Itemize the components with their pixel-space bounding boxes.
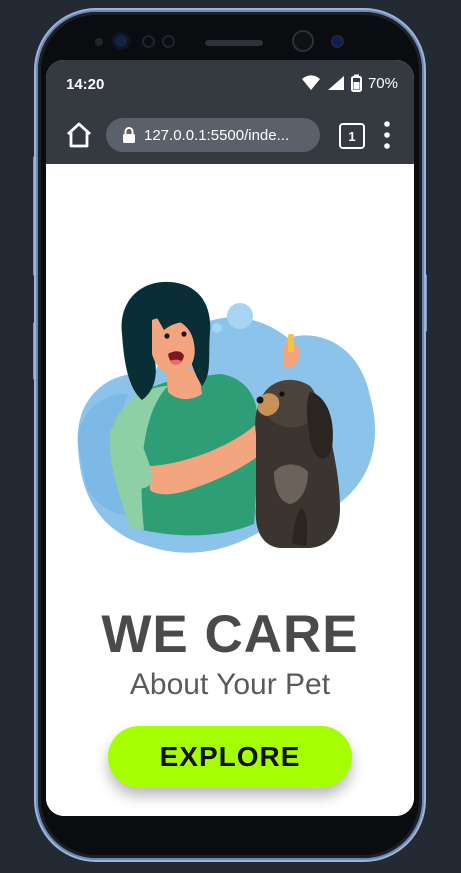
hero-subtitle: About Your Pet [129,668,331,701]
status-bar: 14:20 70% [46,60,414,106]
tabs-icon[interactable]: 1 [339,123,365,149]
signal-icon [327,76,344,90]
power-button[interactable] [422,274,427,332]
woman-eye [181,331,187,337]
proximity-sensor [333,37,342,46]
iris-sensor [294,32,312,50]
status-time: 14:20 [66,76,105,93]
wifi-icon [301,75,320,90]
bubble [227,303,253,329]
lock-icon [123,127,135,143]
phone-frame: 14:20 70% 127.0.0.1:5500/inde... 1 WE CA… [38,12,422,858]
phone-screen: 14:20 70% 127.0.0.1:5500/inde... 1 WE CA… [46,60,414,816]
woman-eye [164,333,170,339]
sensor-dot [95,38,103,46]
more-vert-icon[interactable] [382,120,392,150]
earpiece-speaker [205,40,263,46]
home-icon[interactable] [64,120,94,150]
battery-icon [350,74,362,92]
hero-title: WE CARE [101,605,359,664]
explore-button[interactable]: EXPLORE [108,726,352,788]
stage: 14:20 70% 127.0.0.1:5500/inde... 1 WE CA… [0,0,461,873]
woman-with-dog-illustration [77,281,376,553]
battery-percent: 70% [367,74,398,92]
page-content: WE CARE About Your Pet EXPLORE [46,164,414,816]
status-icons: 70% [301,74,398,92]
dog-eye [279,391,285,397]
dog-nose [256,396,264,404]
sensor-dot [144,37,153,46]
address-bar[interactable]: 127.0.0.1:5500/inde... [106,118,320,152]
eye-dropper [288,334,294,352]
sensor-dot [164,37,173,46]
tabs-count: 1 [348,128,356,144]
front-camera [112,32,130,50]
browser-toolbar: 127.0.0.1:5500/inde... 1 [46,106,414,164]
url-text: 127.0.0.1:5500/inde... [144,126,290,144]
bubble [212,323,222,333]
